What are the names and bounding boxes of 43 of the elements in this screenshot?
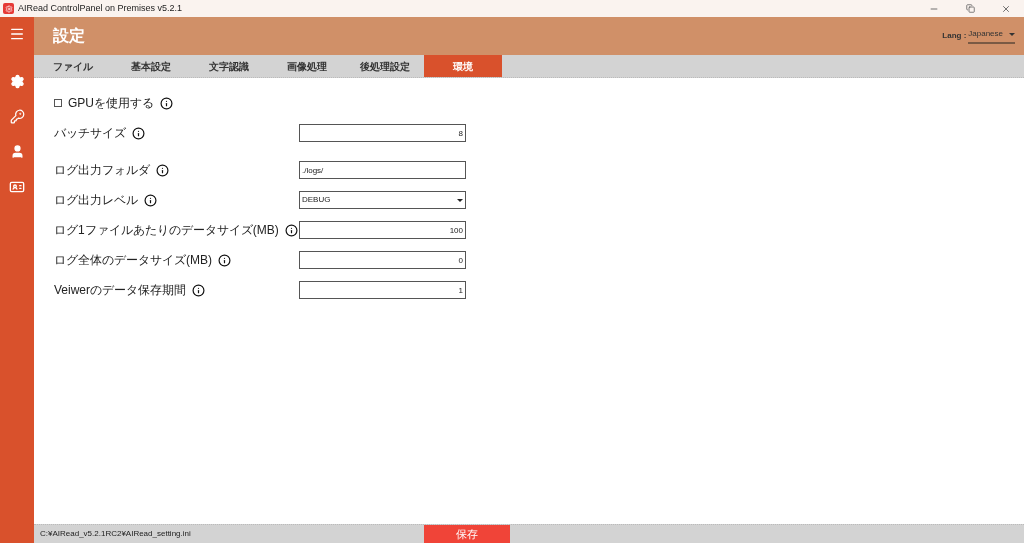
tab[interactable]: 後処理設定 <box>346 55 424 77</box>
input-field[interactable]: 0 <box>299 251 466 269</box>
setting-label: ログ全体のデータサイズ(MB) <box>54 252 212 269</box>
input-field[interactable]: 1 <box>299 281 466 299</box>
info-icon[interactable] <box>192 283 206 297</box>
person-icon[interactable] <box>9 144 25 159</box>
id-card-icon[interactable] <box>9 179 25 195</box>
checkbox[interactable] <box>54 99 62 107</box>
info-icon[interactable] <box>218 253 231 267</box>
caret-icon <box>1009 32 1015 36</box>
language-dropdown[interactable]: Japanese <box>968 28 1015 44</box>
level-dropdown[interactable]: DEBUG <box>299 191 466 209</box>
setting-label: Veiwerのデータ保存期間 <box>54 282 187 299</box>
setting-label: GPUを使用する <box>68 95 154 112</box>
tab[interactable]: 文字認識 <box>190 55 268 77</box>
restore-icon <box>965 4 975 13</box>
caret-icon <box>457 198 463 202</box>
info-icon[interactable] <box>132 126 145 140</box>
save-button[interactable]: 保存 <box>423 525 510 543</box>
setting-label: ログ出力フォルダ <box>54 162 150 179</box>
settings-icon[interactable] <box>9 74 25 89</box>
key-icon[interactable] <box>9 109 25 124</box>
info-icon[interactable] <box>156 163 169 177</box>
tab[interactable]: 基本設定 <box>112 55 190 77</box>
close-icon <box>1001 3 1011 14</box>
tab[interactable]: ファイル <box>34 55 112 77</box>
app-logo-icon <box>3 3 14 14</box>
setting-label: ログ出力レベル <box>54 192 138 209</box>
info-icon[interactable] <box>144 193 157 207</box>
setting-label: ログ1ファイルあたりのデータサイズ(MB) <box>54 222 279 239</box>
setting-label: バッチサイズ <box>54 125 126 142</box>
input-field[interactable]: ./logs/ <box>299 161 466 179</box>
page-title: 設定 <box>53 26 85 46</box>
tab[interactable]: 画像処理 <box>268 55 346 77</box>
lang-label: Lang : <box>942 30 967 42</box>
tab[interactable]: 環境 <box>424 55 502 77</box>
file-path: C:¥AIRead_v5.2.1RC2¥AIRead_setting.ini <box>40 528 191 540</box>
menu-icon[interactable] <box>9 26 25 42</box>
info-icon[interactable] <box>284 223 298 237</box>
info-icon[interactable] <box>160 96 173 110</box>
input-field[interactable]: 100 <box>299 221 466 239</box>
window-title: AIRead ControlPanel on Premises v5.2.1 <box>18 1 183 15</box>
input-field[interactable]: 8 <box>299 124 466 142</box>
